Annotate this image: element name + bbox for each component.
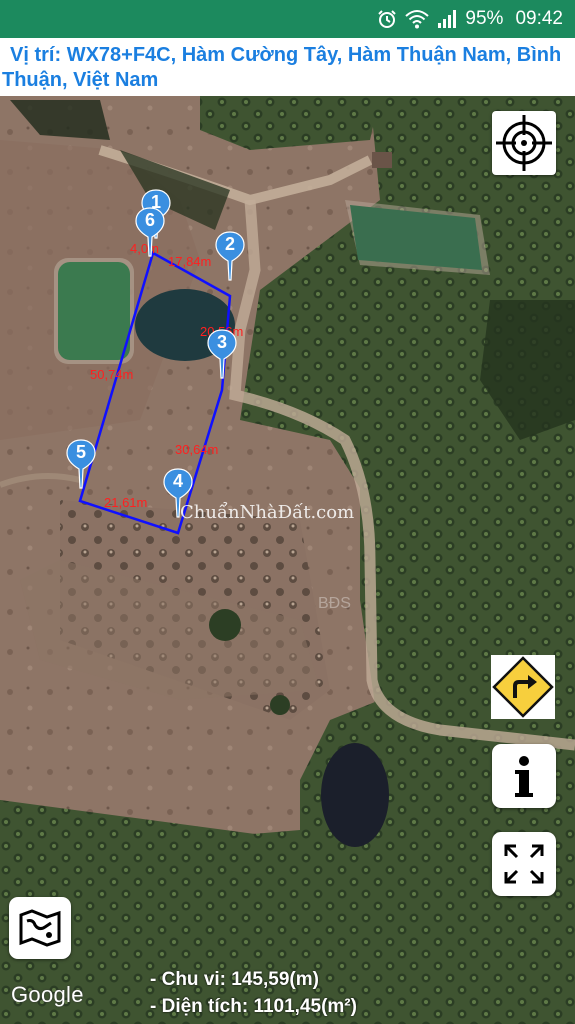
- parcel-boundary: [78, 251, 232, 535]
- watermark-faint: BĐS: [318, 595, 351, 612]
- dimension-label: 17,84m: [168, 254, 212, 269]
- marker-label: 3: [216, 332, 227, 352]
- status-bar: 95% 09:42: [0, 0, 575, 38]
- location-header: Vị trí: WX78+F4C, Hàm Cường Tây, Hàm Thu…: [0, 38, 575, 96]
- location-value: WX78+F4C, Hàm Cường Tây, Hàm Thuận Nam, …: [2, 44, 562, 91]
- location-prefix: Vị trí:: [10, 44, 62, 66]
- location-address: Vị trí: WX78+F4C, Hàm Cường Tây, Hàm Thu…: [2, 43, 568, 93]
- turn-right-icon: [491, 655, 555, 719]
- map-view[interactable]: 4,0m 17,84m 20,56m 50,74m 30,64m 21,61m …: [0, 96, 575, 1024]
- dimension-label: 30,64m: [175, 442, 219, 457]
- google-attribution: Google: [11, 982, 84, 1007]
- signal-icon: [437, 9, 457, 29]
- map-marker-6[interactable]: 6: [135, 207, 165, 257]
- map-marker-2[interactable]: 2: [215, 231, 245, 281]
- info-button[interactable]: [492, 744, 556, 808]
- fullscreen-button[interactable]: [492, 832, 556, 896]
- marker-label: 6: [144, 210, 155, 230]
- wifi-icon: [405, 9, 430, 29]
- marker-label: 2: [224, 234, 235, 254]
- area-text: - Diện tích: 1101,45(m²): [150, 996, 357, 1017]
- marker-label: 4: [172, 471, 183, 491]
- directions-button[interactable]: [490, 654, 556, 720]
- alarm-icon: [377, 9, 397, 29]
- map-icon: [19, 909, 61, 947]
- parcel-stats: - Chu vi: 145,59(m) - Diện tích: 1101,45…: [150, 966, 357, 1020]
- target-icon: [496, 115, 552, 171]
- info-icon: [515, 756, 533, 797]
- map-type-button[interactable]: [9, 897, 71, 959]
- status-icons: 95% 09:42: [377, 7, 563, 31]
- dimension-label: 50,74m: [90, 367, 134, 382]
- dimension-label: 21,61m: [104, 495, 148, 510]
- expand-icon: [504, 844, 544, 884]
- marker-label: 5: [75, 442, 86, 462]
- battery-percent: 95%: [465, 8, 504, 29]
- locate-button[interactable]: [492, 111, 556, 175]
- map-marker-5[interactable]: 5: [66, 439, 96, 489]
- perimeter-text: - Chu vi: 145,59(m): [150, 969, 319, 990]
- map-marker-3[interactable]: 3: [207, 329, 237, 379]
- watermark: ChuẩnNhàĐất.com: [180, 502, 355, 523]
- clock: 09:42: [515, 8, 563, 29]
